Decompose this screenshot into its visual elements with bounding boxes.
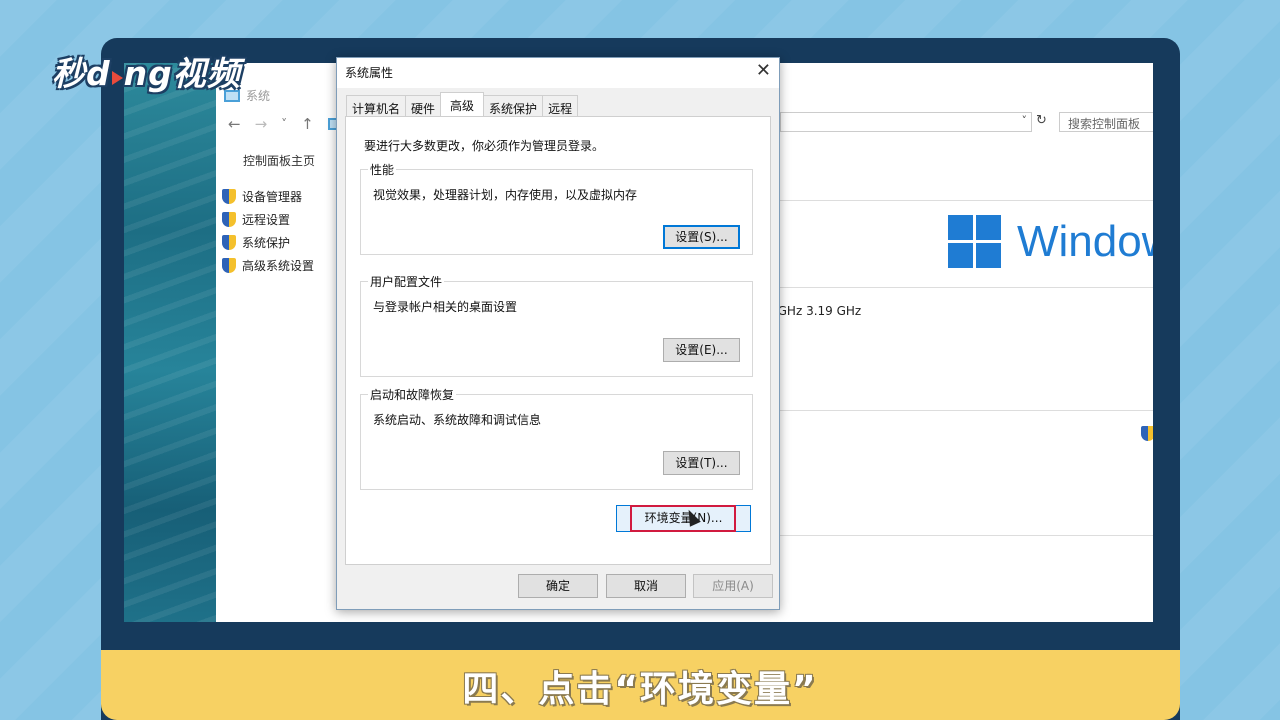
advanced-tab-panel: 要进行大多数更改，你必须作为管理员登录。 性能 视觉效果，处理器计划，内存使用，… xyxy=(345,116,771,565)
caption-text: 四、点击“环境变量” xyxy=(462,669,818,710)
address-bar[interactable]: ˅ xyxy=(780,112,1032,132)
user-profile-settings-button[interactable]: 设置(E)... xyxy=(663,338,740,362)
startup-recovery-group: 启动和故障恢复 系统启动、系统故障和调试信息 设置(T)... xyxy=(360,386,753,490)
close-icon[interactable]: ✕ xyxy=(756,60,771,81)
performance-title: 性能 xyxy=(368,161,397,178)
shield-icon xyxy=(222,212,236,227)
sidebar-item-label: 远程设置 xyxy=(242,213,291,227)
tab-advanced[interactable]: 高级 xyxy=(440,92,485,117)
startup-recovery-settings-button[interactable]: 设置(T)... xyxy=(663,451,740,475)
sidebar-home-link[interactable]: 控制面板主页 xyxy=(243,152,315,169)
tab-remote[interactable]: 远程 xyxy=(542,95,579,117)
desktop-wallpaper xyxy=(124,63,216,622)
startup-recovery-desc: 系统启动、系统故障和调试信息 xyxy=(373,413,542,427)
sidebar-item-system-protection[interactable]: 系统保护 xyxy=(222,231,314,254)
windows-logo: Windows xyxy=(948,215,1153,268)
apply-button[interactable]: 应用(A) xyxy=(693,574,773,598)
user-profile-group: 用户配置文件 与登录帐户相关的桌面设置 设置(E)... xyxy=(360,273,753,377)
sidebar-item-label: 设备管理器 xyxy=(242,190,303,204)
divider xyxy=(776,287,1153,288)
sidebar-item-remote-settings[interactable]: 远程设置 xyxy=(222,208,314,231)
search-input[interactable]: 搜索控制面板 xyxy=(1059,112,1153,132)
dialog-title-bar: 系统属性 ✕ xyxy=(337,58,779,88)
admin-note: 要进行大多数更改，你必须作为管理员登录。 xyxy=(364,139,605,153)
play-icon xyxy=(111,71,123,85)
address-dropdown-icon[interactable]: ˅ xyxy=(1022,114,1028,127)
windows-wordmark: Windows xyxy=(1017,216,1153,266)
brand-logo: 秒d ng视频 xyxy=(52,47,241,95)
performance-settings-button[interactable]: 设置(S)... xyxy=(663,225,740,249)
shield-icon xyxy=(222,189,236,204)
divider xyxy=(776,410,1153,411)
shield-icon xyxy=(222,235,236,250)
back-arrow-icon[interactable]: ← xyxy=(228,115,241,133)
user-profile-desc: 与登录帐户相关的桌面设置 xyxy=(373,300,518,314)
system-window-title-text: 系统 xyxy=(246,89,271,103)
nav-buttons: ← → ˅ ↑ xyxy=(228,115,344,133)
brand-text-part-2: ng视频 xyxy=(123,54,241,93)
performance-desc: 视觉效果，处理器计划，内存使用，以及虚拟内存 xyxy=(373,188,638,202)
ok-button[interactable]: 确定 xyxy=(518,574,598,598)
sidebar-list: 设备管理器 远程设置 系统保护 高级系统设置 xyxy=(222,185,314,277)
user-profile-title: 用户配置文件 xyxy=(368,273,445,290)
shield-icon xyxy=(1141,426,1153,441)
sidebar-item-advanced-settings[interactable]: 高级系统设置 xyxy=(222,254,314,277)
click-highlight xyxy=(630,505,736,532)
tab-strip: 计算机名 硬件 高级 系统保护 远程 xyxy=(346,92,579,117)
sidebar-item-label: 高级系统设置 xyxy=(242,259,315,273)
brand-text-part-1: 秒d xyxy=(52,54,111,93)
tab-system-protection[interactable]: 系统保护 xyxy=(483,95,544,117)
up-arrow-icon[interactable]: ↑ xyxy=(301,115,314,133)
performance-group: 性能 视觉效果，处理器计划，内存使用，以及虚拟内存 设置(S)... xyxy=(360,161,753,255)
refresh-icon[interactable]: ↻ xyxy=(1036,113,1047,128)
windows-flag-icon xyxy=(948,215,1001,268)
tab-computer-name[interactable]: 计算机名 xyxy=(346,95,407,117)
divider xyxy=(776,535,1153,536)
recent-dropdown-icon[interactable]: ˅ xyxy=(281,117,287,131)
sidebar-item-label: 系统保护 xyxy=(242,236,291,250)
cpu-speed-text: 0GHz 3.19 GHz xyxy=(770,304,862,318)
system-properties-dialog: 系统属性 ✕ 计算机名 硬件 高级 系统保护 远程 要进行大多数更改，你必须作为… xyxy=(336,57,780,610)
startup-recovery-title: 启动和故障恢复 xyxy=(368,386,457,403)
divider xyxy=(776,200,1153,201)
shield-icon xyxy=(222,258,236,273)
sidebar-item-device-manager[interactable]: 设备管理器 xyxy=(222,185,314,208)
forward-arrow-icon[interactable]: → xyxy=(255,115,268,133)
dialog-title: 系统属性 xyxy=(345,66,394,80)
cancel-button[interactable]: 取消 xyxy=(606,574,686,598)
tab-hardware[interactable]: 硬件 xyxy=(405,95,442,117)
